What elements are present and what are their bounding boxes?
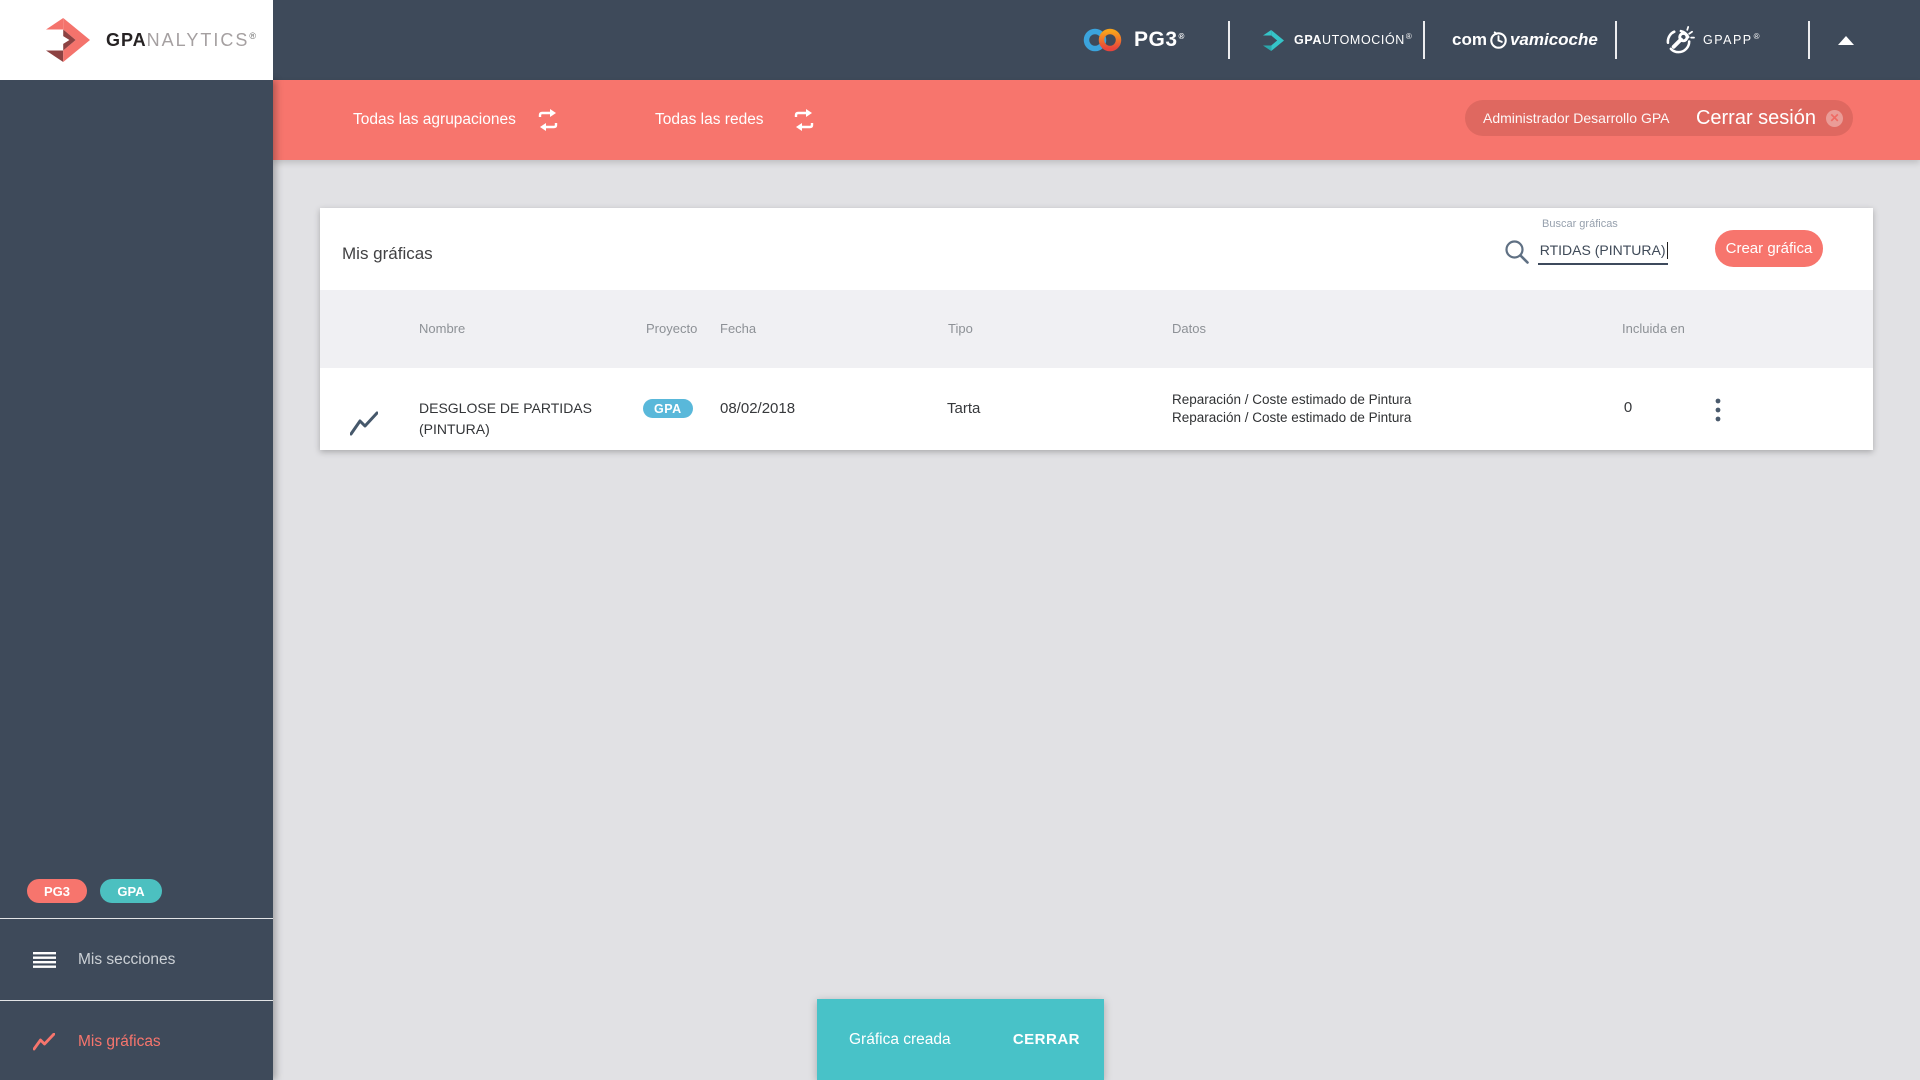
app-root: PG3 ® GPA UTOMOCIÓN ® com vamicoche GPAP…: [0, 0, 1920, 1080]
line-chart-icon: [350, 411, 378, 436]
search-field-label: Buscar gráficas: [1542, 218, 1618, 230]
brand-pg3[interactable]: PG3 ®: [1082, 0, 1185, 80]
gpa-arrow-icon: [46, 18, 90, 62]
registered-mark: ®: [249, 30, 257, 41]
data-source-line: Reparación / Coste estimado de Pintura: [1172, 392, 1412, 407]
logout-button[interactable]: Cerrar sesión ✕: [1696, 107, 1843, 130]
brand-auto-bold: GPA: [1294, 33, 1322, 47]
page-title: Mis gráficas: [342, 244, 433, 263]
column-header-datos: Datos: [1172, 321, 1206, 336]
gpa-badge: GPA: [100, 879, 162, 903]
line-chart-icon: [33, 1032, 57, 1051]
project-badge: GPA: [643, 399, 693, 418]
create-chart-button[interactable]: Crear gráfica: [1715, 230, 1823, 267]
chart-date: 08/02/2018: [720, 400, 796, 417]
logout-label: Cerrar sesión: [1695, 106, 1816, 129]
sidebar-badges: PG3 GPA: [27, 879, 162, 903]
search-icon[interactable]: [1503, 238, 1530, 265]
column-header-proyecto: Proyecto: [646, 321, 698, 336]
wrench-circle-icon: [1666, 25, 1695, 53]
brand-gpautomocion[interactable]: GPA UTOMOCIÓN ®: [1262, 0, 1412, 80]
swap-icon[interactable]: [791, 108, 817, 132]
logout-x-icon: ✕: [1826, 109, 1843, 127]
sidebar-item-mis-secciones[interactable]: Mis secciones: [0, 919, 273, 1000]
menu-icon: [33, 951, 57, 968]
topbar-divider: [1423, 21, 1425, 59]
comprova-post: vamicoche: [1509, 30, 1598, 49]
column-header-incluida-en: Incluida en: [1622, 321, 1685, 336]
filter-groupings-label: Todas las agrupaciones: [353, 111, 516, 128]
logo-gpa: GPA: [106, 29, 147, 50]
column-header-fecha: Fecha: [720, 321, 757, 336]
session-pill: Administrador Desarrollo GPA Cerrar sesi…: [1465, 100, 1853, 136]
snackbar-close-button[interactable]: CERRAR: [1003, 1023, 1090, 1056]
filter-bar: Todas las agrupaciones Todas las redes A…: [273, 80, 1920, 160]
table-header-row: Nombre Proyecto Fecha Tipo Datos Incluid…: [320, 290, 1873, 368]
brand-gpapp-label: GPAPP: [1703, 33, 1753, 47]
text-caret: [1666, 241, 1668, 259]
comprova-pre: com: [1452, 30, 1487, 49]
top-app-bar: PG3 ® GPA UTOMOCIÓN ® com vamicoche GPAP…: [0, 0, 1920, 80]
pg3-badge: PG3: [27, 879, 87, 903]
current-user-label: Administrador Desarrollo GPA: [1483, 110, 1670, 126]
registered-mark: ®: [1178, 31, 1185, 41]
search-input-value: RTIDAS (PINTURA): [1539, 242, 1666, 258]
data-source-line: Reparación / Coste estimado de Pintura: [1172, 409, 1412, 425]
infinity-icon: [1083, 28, 1122, 52]
collapse-caret-icon[interactable]: [1838, 36, 1854, 45]
logo-wordmark: GPANALYTICS®: [106, 30, 257, 51]
chart-data-sources: Reparación / Coste estimado de Pintura R…: [1172, 391, 1411, 426]
column-header-tipo: Tipo: [948, 321, 973, 336]
sidebar-item-mis-graficas[interactable]: Mis gráficas: [0, 1001, 273, 1080]
logo-nalytics: NALYTICS: [146, 29, 250, 50]
swap-icon[interactable]: [535, 108, 561, 132]
sidebar-item-label: Mis secciones: [78, 950, 176, 968]
kebab-menu-icon: [1715, 398, 1721, 422]
sidebar: PG3 GPA Mis secciones Mis gráficas: [0, 80, 273, 1080]
sidebar-item-label: Mis gráficas: [78, 1032, 161, 1050]
table-row[interactable]: DESGLOSE DE PARTIDAS (PINTURA) GPA 08/02…: [320, 368, 1873, 450]
snackbar: Gráfica creada CERRAR: [817, 999, 1104, 1080]
teal-arrow-icon: [1263, 29, 1284, 51]
topbar-divider: [1615, 21, 1617, 59]
gpanalytics-logo[interactable]: GPANALYTICS®: [0, 0, 273, 80]
included-in-count: 0: [1623, 399, 1633, 416]
snackbar-message: Gráfica creada: [849, 1030, 951, 1048]
chart-type: Tarta: [947, 400, 981, 417]
chart-name: DESGLOSE DE PARTIDAS (PINTURA): [419, 400, 592, 437]
registered-mark: ®: [1753, 31, 1762, 41]
clock-icon: [1490, 30, 1507, 49]
my-charts-card: Mis gráficas Buscar gráficas RTIDAS (PIN…: [320, 208, 1873, 450]
column-header-nombre: Nombre: [419, 321, 466, 336]
brand-pg3-label: PG3: [1134, 28, 1178, 51]
search-input[interactable]: RTIDAS (PINTURA): [1538, 237, 1668, 265]
brand-gpapp[interactable]: GPAPP ®: [1664, 0, 1761, 80]
row-menu-button[interactable]: [1710, 397, 1726, 423]
topbar-divider: [1228, 21, 1230, 59]
brand-comprovamicoche[interactable]: com vamicoche: [1452, 0, 1598, 80]
filter-networks-label: Todas las redes: [655, 111, 764, 128]
registered-mark: ®: [1405, 31, 1413, 41]
brand-auto-rest: UTOMOCIÓN: [1321, 33, 1405, 47]
topbar-divider: [1808, 21, 1810, 59]
